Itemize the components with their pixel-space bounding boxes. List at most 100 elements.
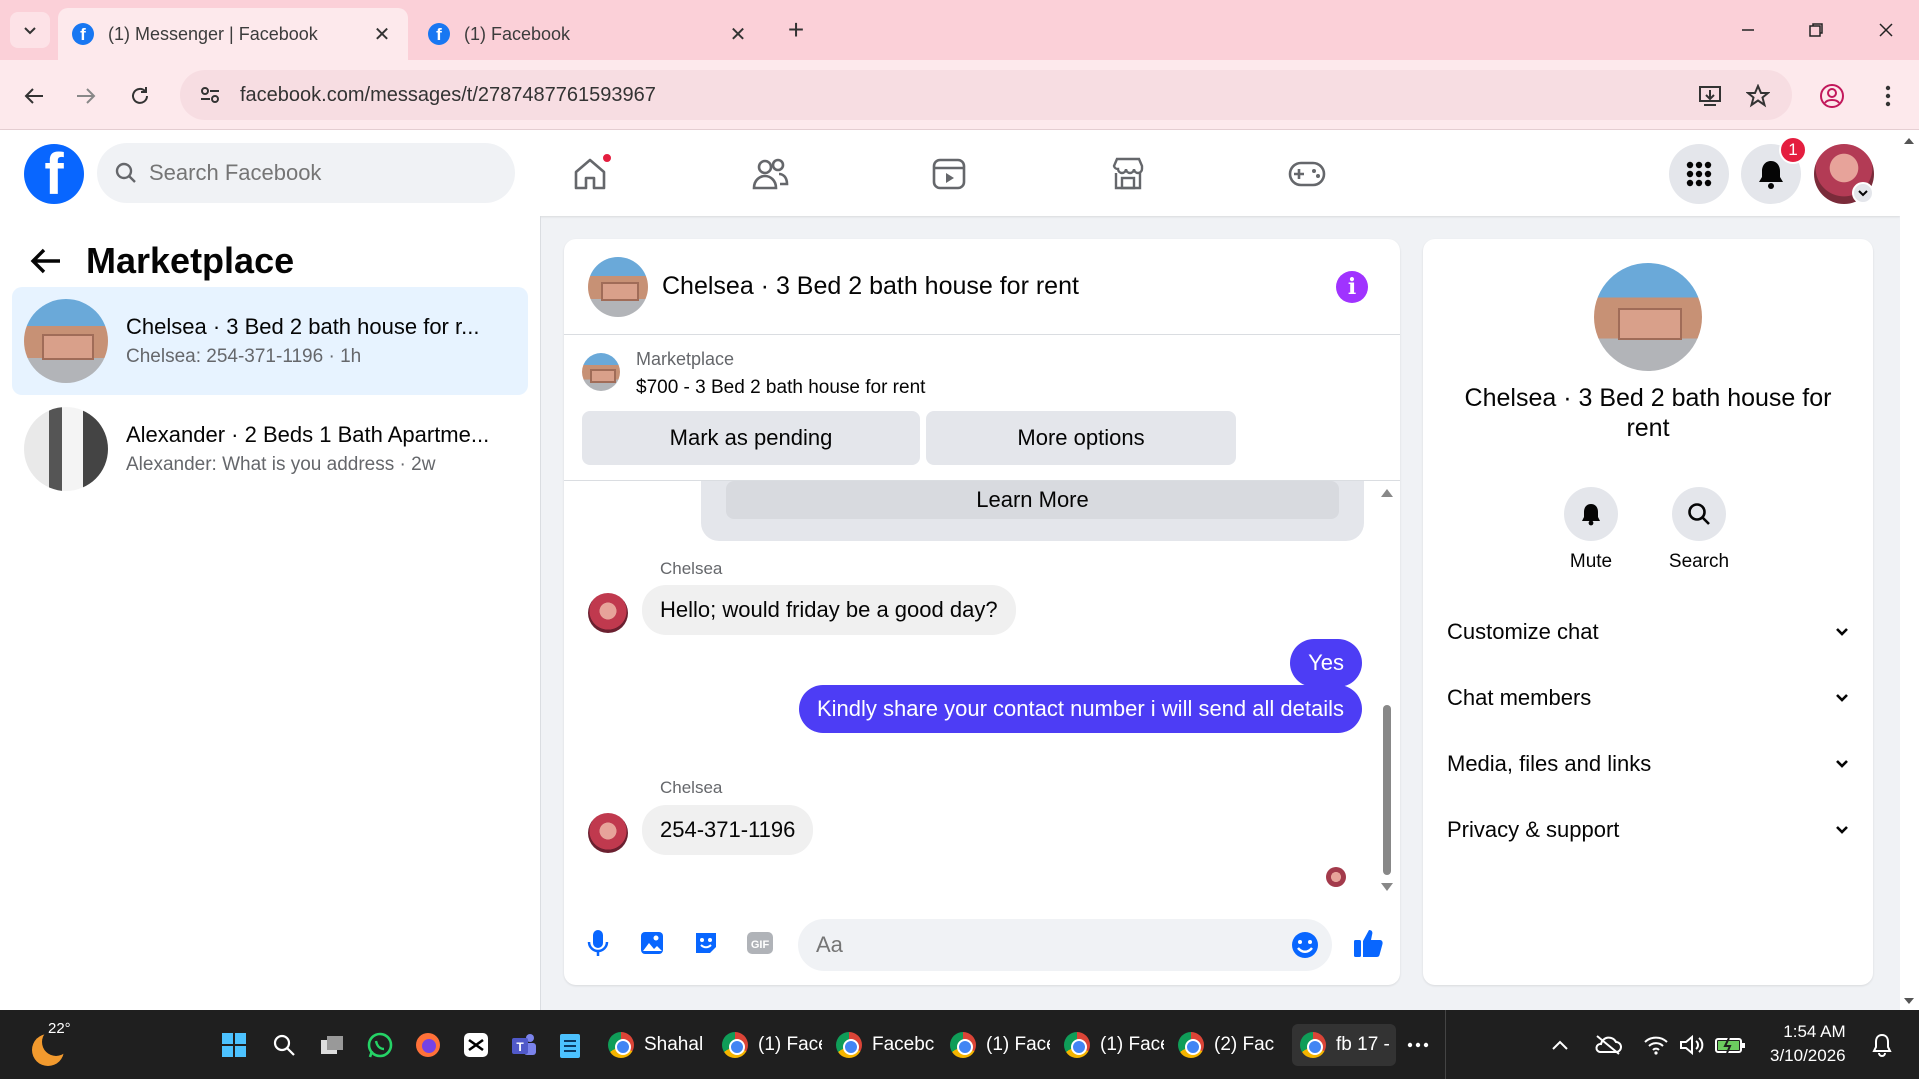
nav-video[interactable]: [894, 144, 1004, 204]
task-view-icon: [321, 1036, 343, 1054]
page-scrollbar[interactable]: [1900, 130, 1919, 1010]
close-tab-icon[interactable]: ✕: [726, 22, 750, 46]
onedrive-status[interactable]: [1590, 1027, 1626, 1063]
clock-time: 1:54 AM: [1783, 1022, 1846, 1041]
search-action[interactable]: Search: [1659, 487, 1739, 573]
taskbar-chrome-window-active[interactable]: fb 17 -: [1292, 1024, 1396, 1066]
site-info-icon[interactable]: [180, 84, 240, 106]
teams-app[interactable]: T: [506, 1027, 542, 1063]
conversation-name: Alexander · 2 Beds 1 Bath Apartme...: [126, 422, 490, 447]
capcut-app[interactable]: [458, 1027, 494, 1063]
learn-more-button[interactable]: Learn More: [726, 481, 1339, 519]
facebook-logo-icon[interactable]: f: [24, 144, 84, 204]
listing-title[interactable]: $700 - 3 Bed 2 bath house for rent: [636, 377, 925, 399]
whatsapp-icon: [367, 1032, 393, 1058]
media-files-links-section[interactable]: Media, files and links: [1447, 739, 1849, 789]
facebook-search-bar[interactable]: [97, 143, 515, 203]
like-button[interactable]: [1348, 923, 1388, 963]
more-horizontal-icon: [1407, 1042, 1429, 1048]
browser-tab-bar: f (1) Messenger | Facebook ✕ f (1) Faceb…: [0, 0, 1919, 60]
conversation-item[interactable]: Alexander · 2 Beds 1 Bath Apartme... Ale…: [12, 395, 528, 503]
nav-marketplace[interactable]: [1073, 144, 1183, 204]
taskbar-search-button[interactable]: [266, 1027, 302, 1063]
nav-friends[interactable]: [715, 144, 825, 204]
search-icon: [115, 162, 136, 183]
whatsapp-app[interactable]: [362, 1027, 398, 1063]
tab-messenger[interactable]: f (1) Messenger | Facebook ✕: [58, 8, 408, 60]
sidebar-title: Marketplace: [86, 240, 295, 281]
notepad-app[interactable]: [552, 1027, 588, 1063]
mark-as-pending-button[interactable]: Mark as pending: [582, 411, 920, 465]
arrow-back-icon[interactable]: [30, 247, 62, 275]
nav-gaming[interactable]: [1252, 144, 1362, 204]
back-button[interactable]: [14, 76, 54, 116]
privacy-support-section[interactable]: Privacy & support: [1447, 805, 1849, 855]
tab-facebook[interactable]: f (1) Facebook ✕: [414, 8, 764, 60]
close-window-button[interactable]: [1864, 12, 1908, 48]
chrome-icon: [608, 1032, 634, 1058]
taskbar-chrome-window[interactable]: (1) Face: [950, 1024, 1050, 1066]
show-hidden-icons-button[interactable]: [1542, 1027, 1578, 1063]
listing-thumbnail[interactable]: [582, 353, 620, 391]
tab-search-button[interactable]: [10, 12, 50, 48]
url-text: facebook.com/messages/t/2787487761593967: [240, 83, 656, 106]
task-view-button[interactable]: [314, 1027, 350, 1063]
start-button[interactable]: [216, 1027, 252, 1063]
conversation-item[interactable]: Chelsea · 3 Bed 2 bath house for r... Ch…: [12, 287, 528, 395]
message-scrollbar[interactable]: [1380, 485, 1394, 895]
window-label: Facebc: [872, 1034, 935, 1055]
wifi-status[interactable]: [1638, 1027, 1674, 1063]
taskbar-chrome-window[interactable]: (1) Face: [1064, 1024, 1164, 1066]
firefox-app[interactable]: [410, 1027, 446, 1063]
nav-home[interactable]: [535, 144, 645, 204]
chevron-up-icon: [1552, 1040, 1568, 1050]
chat-members-section[interactable]: Chat members: [1447, 673, 1849, 723]
menu-button[interactable]: [1669, 144, 1729, 204]
seen-indicator-avatar: [1326, 867, 1346, 887]
marketplace-icon: [1112, 157, 1144, 190]
forward-button[interactable]: [66, 76, 106, 116]
message-input-box[interactable]: [798, 919, 1332, 971]
notification-center-button[interactable]: [1864, 1027, 1900, 1063]
weather-temp: 22°: [48, 1020, 71, 1037]
battery-status[interactable]: [1712, 1027, 1748, 1063]
url-omnibox[interactable]: facebook.com/messages/t/2787487761593967: [180, 70, 1792, 120]
outgoing-message: Yes: [1290, 639, 1362, 687]
system-clock[interactable]: 1:54 AM 3/10/2026: [1770, 1020, 1846, 1068]
marketplace-label: Marketplace: [636, 349, 735, 369]
sender-avatar[interactable]: [588, 593, 628, 633]
attach-photo-icon[interactable]: [632, 923, 672, 963]
close-tab-icon[interactable]: ✕: [370, 22, 394, 46]
account-caret-icon[interactable]: [1852, 182, 1874, 204]
sender-avatar[interactable]: [588, 813, 628, 853]
restore-button[interactable]: [1794, 12, 1838, 48]
search-input[interactable]: [149, 160, 469, 186]
notification-badge: 1: [1779, 136, 1807, 164]
reload-button[interactable]: [120, 76, 160, 116]
chat-thumbnail[interactable]: [588, 256, 648, 317]
message-sender: Chelsea: [660, 778, 723, 797]
taskbar-chrome-window[interactable]: Shahal: [608, 1024, 708, 1066]
message-input[interactable]: [816, 932, 1256, 958]
taskbar-chrome-window[interactable]: Facebc: [836, 1024, 936, 1066]
chat-title[interactable]: Chelsea · 3 Bed 2 bath house for rent: [662, 272, 1079, 301]
bookmark-star-icon[interactable]: [1738, 76, 1778, 116]
customize-chat-section[interactable]: Customize chat: [1447, 607, 1849, 657]
taskbar-overflow-button[interactable]: [1400, 1027, 1436, 1063]
install-app-icon[interactable]: [1690, 76, 1730, 116]
conversation-info-icon[interactable]: i: [1336, 271, 1368, 303]
mute-action[interactable]: Mute: [1551, 487, 1631, 573]
incoming-message: 254-371-1196: [642, 805, 814, 855]
more-options-button[interactable]: More options: [926, 411, 1236, 465]
profile-icon[interactable]: [1812, 76, 1852, 116]
details-thumbnail[interactable]: [1594, 263, 1702, 371]
new-tab-button[interactable]: +: [780, 14, 812, 46]
minimize-button[interactable]: [1726, 12, 1770, 48]
taskbar-chrome-window[interactable]: (2) Fac: [1178, 1024, 1278, 1066]
gif-icon[interactable]: GIF: [740, 923, 780, 963]
taskbar-chrome-window[interactable]: (1) Face: [722, 1024, 822, 1066]
sticker-icon[interactable]: [686, 923, 726, 963]
browser-menu-icon[interactable]: [1868, 76, 1908, 116]
volume-status[interactable]: [1674, 1027, 1710, 1063]
voice-clip-icon[interactable]: [578, 923, 618, 963]
